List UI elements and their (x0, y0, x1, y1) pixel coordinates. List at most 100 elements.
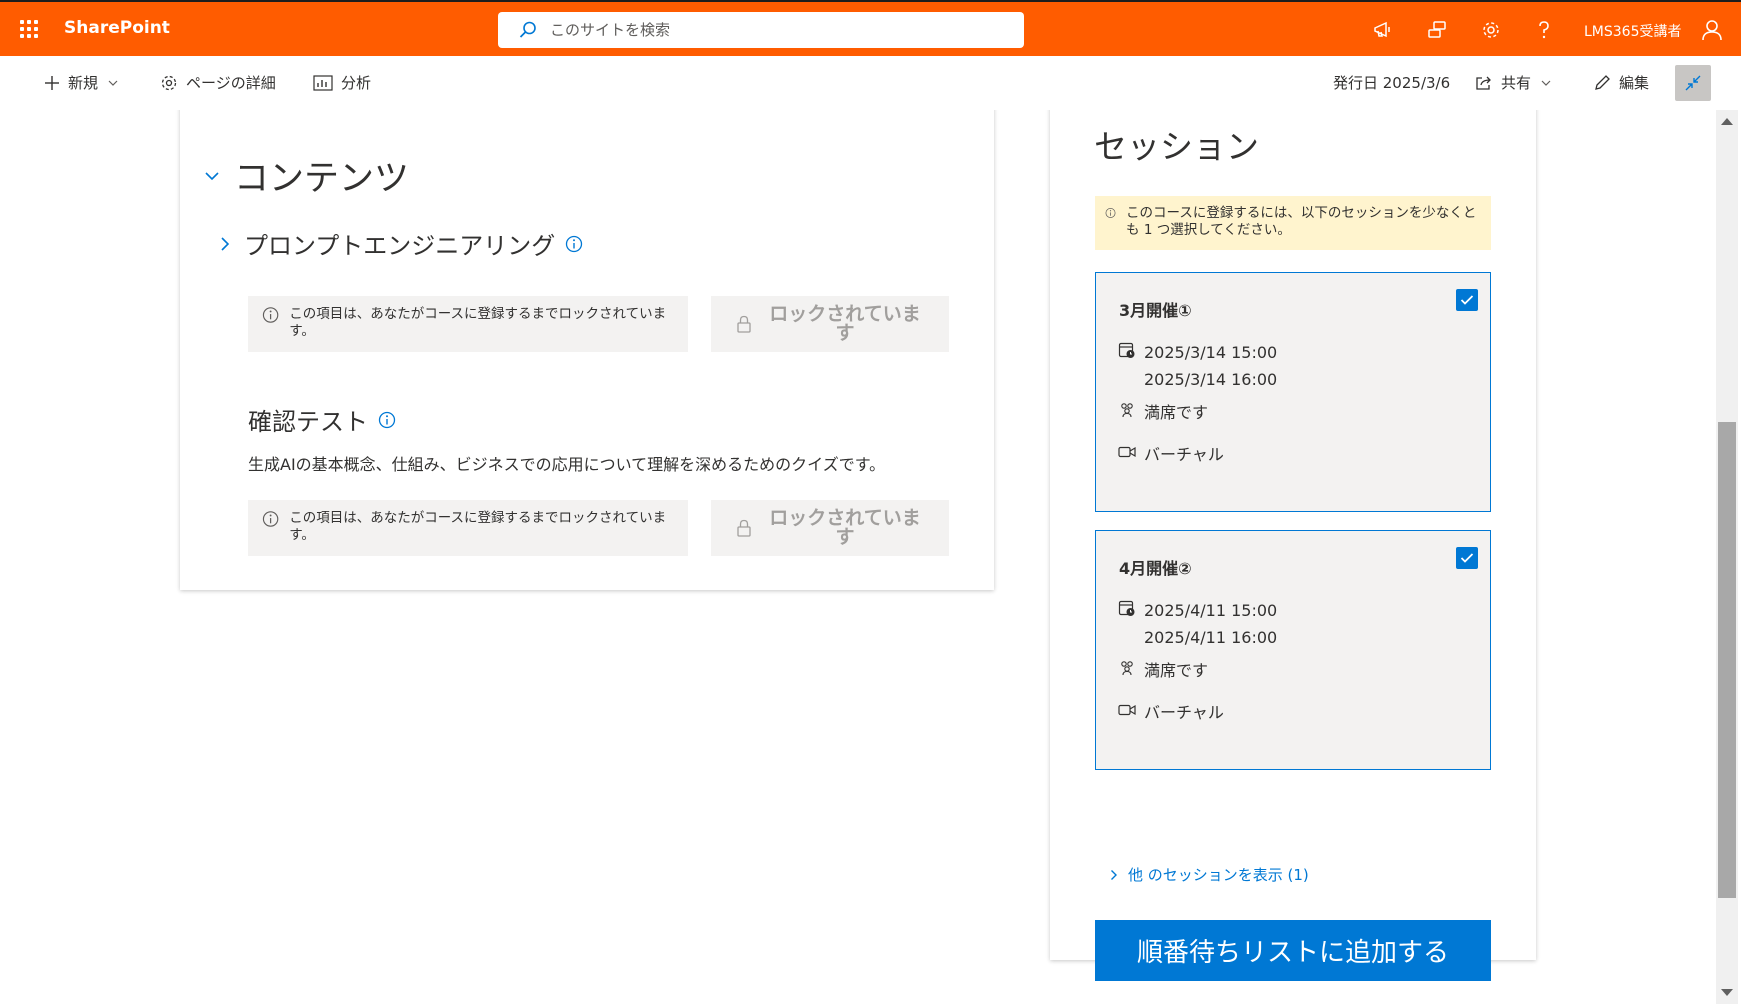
feedback-icon[interactable] (1426, 19, 1448, 41)
locked-button: ロックされています (711, 500, 949, 556)
sessions-notice: このコースに登録するには、以下のセッションを少なくとも 1 つ選択してください。 (1095, 196, 1491, 250)
info-icon[interactable] (378, 411, 396, 429)
people-icon (1121, 661, 1133, 676)
session-end: 2025/3/14 16:00 (1144, 370, 1278, 389)
session-end: 2025/4/11 16:00 (1144, 628, 1278, 647)
module-prompt-engineering[interactable]: プロンプトエンジニアリング (220, 226, 583, 261)
session-card[interactable]: 3月開催① 2025/3/14 15:00 2025/3/14 16:00 満席… (1095, 272, 1491, 512)
help-icon[interactable] (1533, 19, 1555, 41)
module-description: 生成AIの基本概念、仕組み、ビジネスでの応用について理解を深めるためのクイズです… (248, 455, 886, 474)
session-location-text: バーチャル (1144, 445, 1224, 464)
chevron-down-icon[interactable] (204, 170, 220, 182)
page-details-button[interactable]: ページの詳細 (160, 72, 276, 93)
session-location-text: バーチャル (1144, 703, 1224, 722)
session-seats-text: 満席です (1144, 403, 1209, 422)
show-more-sessions-link[interactable]: 他 のセッションを表示 (1) (1110, 864, 1309, 885)
show-more-label: 他 のセッションを表示 (1) (1128, 866, 1309, 884)
add-to-waitlist-button[interactable]: 順番待ちリストに追加する (1095, 920, 1491, 981)
scroll-thumb[interactable] (1718, 422, 1736, 898)
calendar-clock-icon (1118, 342, 1135, 358)
sharepoint-brand[interactable]: SharePoint (64, 18, 170, 38)
session-card[interactable]: 4月開催② 2025/4/11 15:00 2025/4/11 16:00 満席… (1095, 530, 1491, 770)
lock-icon (737, 519, 751, 537)
module-title: プロンプトエンジニアリング (244, 232, 556, 260)
session-seats: 満席です (1118, 399, 1208, 426)
lock-message-text: この項目は、あなたがコースに登録するまでロックされています。 (289, 306, 667, 339)
checkmark-icon (1460, 295, 1474, 305)
collapse-button[interactable] (1675, 65, 1711, 101)
search-icon (519, 21, 536, 38)
search-input[interactable] (550, 21, 990, 39)
published-date: 発行日 2025/3/6 (1333, 72, 1450, 93)
lock-message: この項目は、あなたがコースに登録するまでロックされています。 (248, 500, 688, 556)
chevron-down-icon (108, 80, 118, 86)
info-icon (1105, 208, 1116, 218)
contents-header[interactable]: コンテンツ (204, 150, 409, 201)
sessions-card: セッション このコースに登録するには、以下のセッションを少なくとも 1 つ選択し… (1050, 110, 1536, 981)
gear-icon (161, 75, 177, 90)
published-label: 発行日 2025/3/6 (1333, 74, 1451, 92)
user-name[interactable]: LMS365受講者 (1584, 21, 1682, 41)
calendar-clock-icon (1118, 600, 1135, 616)
module-title: 確認テスト (248, 408, 368, 436)
user-avatar-icon[interactable] (1701, 19, 1723, 41)
page-scrollbar[interactable] (1716, 110, 1738, 1004)
command-bar: 新規 ページの詳細 分析 発行日 2025/3/6 共有 編集 (0, 56, 1741, 110)
session-schedule: 2025/3/14 15:00 2025/3/14 16:00 (1118, 339, 1277, 393)
session-seats: 満席です (1118, 657, 1208, 684)
session-checkbox[interactable] (1456, 289, 1478, 311)
info-icon (262, 511, 279, 527)
collapse-icon (1685, 75, 1701, 91)
scroll-up-arrow-icon[interactable] (1721, 118, 1733, 125)
session-name: 3月開催① (1119, 301, 1192, 320)
edit-button[interactable]: 編集 (1593, 72, 1649, 93)
lock-message: この項目は、あなたがコースに登録するまでロックされています。 (248, 296, 688, 352)
session-checkbox[interactable] (1456, 547, 1478, 569)
megaphone-icon[interactable] (1372, 19, 1394, 41)
page-content: コンテンツ プロンプトエンジニアリング この項目は、あなたがコースに登録するまで… (0, 110, 1716, 1004)
lock-row: この項目は、あなたがコースに登録するまでロックされています。 ロックされています (248, 296, 950, 352)
locked-label: ロックされています (769, 303, 921, 344)
scroll-down-arrow-icon[interactable] (1721, 989, 1733, 996)
video-camera-icon (1118, 446, 1136, 458)
share-label: 共有 (1501, 74, 1532, 92)
chevron-right-icon (1111, 869, 1117, 880)
locked-label: ロックされています (769, 507, 921, 548)
gear-icon[interactable] (1480, 19, 1502, 41)
edit-label: 編集 (1619, 74, 1650, 92)
sessions-title: セッション (1094, 127, 1259, 166)
info-icon (262, 307, 279, 323)
lock-message-text: この項目は、あなたがコースに登録するまでロックされています。 (289, 510, 667, 543)
session-name: 4月開催② (1119, 559, 1192, 578)
session-start: 2025/3/14 15:00 (1144, 343, 1278, 362)
chevron-down-icon (1541, 80, 1551, 86)
module-quiz[interactable]: 確認テスト (248, 402, 396, 437)
analytics-icon (313, 74, 333, 91)
session-start: 2025/4/11 15:00 (1144, 601, 1278, 620)
app-launcher-icon[interactable] (20, 20, 38, 38)
chevron-right-icon[interactable] (220, 236, 230, 252)
notice-text: このコースに登録するには、以下のセッションを少なくとも 1 つ選択してください。 (1126, 205, 1477, 238)
session-location: バーチャル (1118, 441, 1224, 468)
checkmark-icon (1460, 553, 1474, 563)
suite-bar: SharePoint LMS365受講者 (0, 0, 1741, 56)
site-search[interactable] (498, 12, 1024, 48)
people-icon (1121, 403, 1133, 418)
share-button[interactable]: 共有 (1475, 72, 1551, 93)
locked-button: ロックされています (711, 296, 949, 352)
session-location: バーチャル (1118, 699, 1224, 726)
contents-card: コンテンツ プロンプトエンジニアリング この項目は、あなたがコースに登録するまで… (180, 110, 994, 590)
info-icon[interactable] (565, 235, 583, 253)
page-details-label: ページの詳細 (186, 74, 276, 92)
analytics-button[interactable]: 分析 (313, 72, 371, 93)
video-camera-icon (1118, 704, 1136, 716)
new-button[interactable]: 新規 (44, 72, 118, 93)
session-seats-text: 満席です (1144, 661, 1209, 680)
lock-row: この項目は、あなたがコースに登録するまでロックされています。 ロックされています (248, 500, 950, 556)
contents-title: コンテンツ (234, 159, 410, 199)
plus-icon (45, 75, 59, 90)
share-icon (1476, 76, 1491, 90)
analytics-label: 分析 (341, 74, 372, 92)
pencil-icon (1595, 74, 1610, 90)
session-schedule: 2025/4/11 15:00 2025/4/11 16:00 (1118, 597, 1277, 651)
